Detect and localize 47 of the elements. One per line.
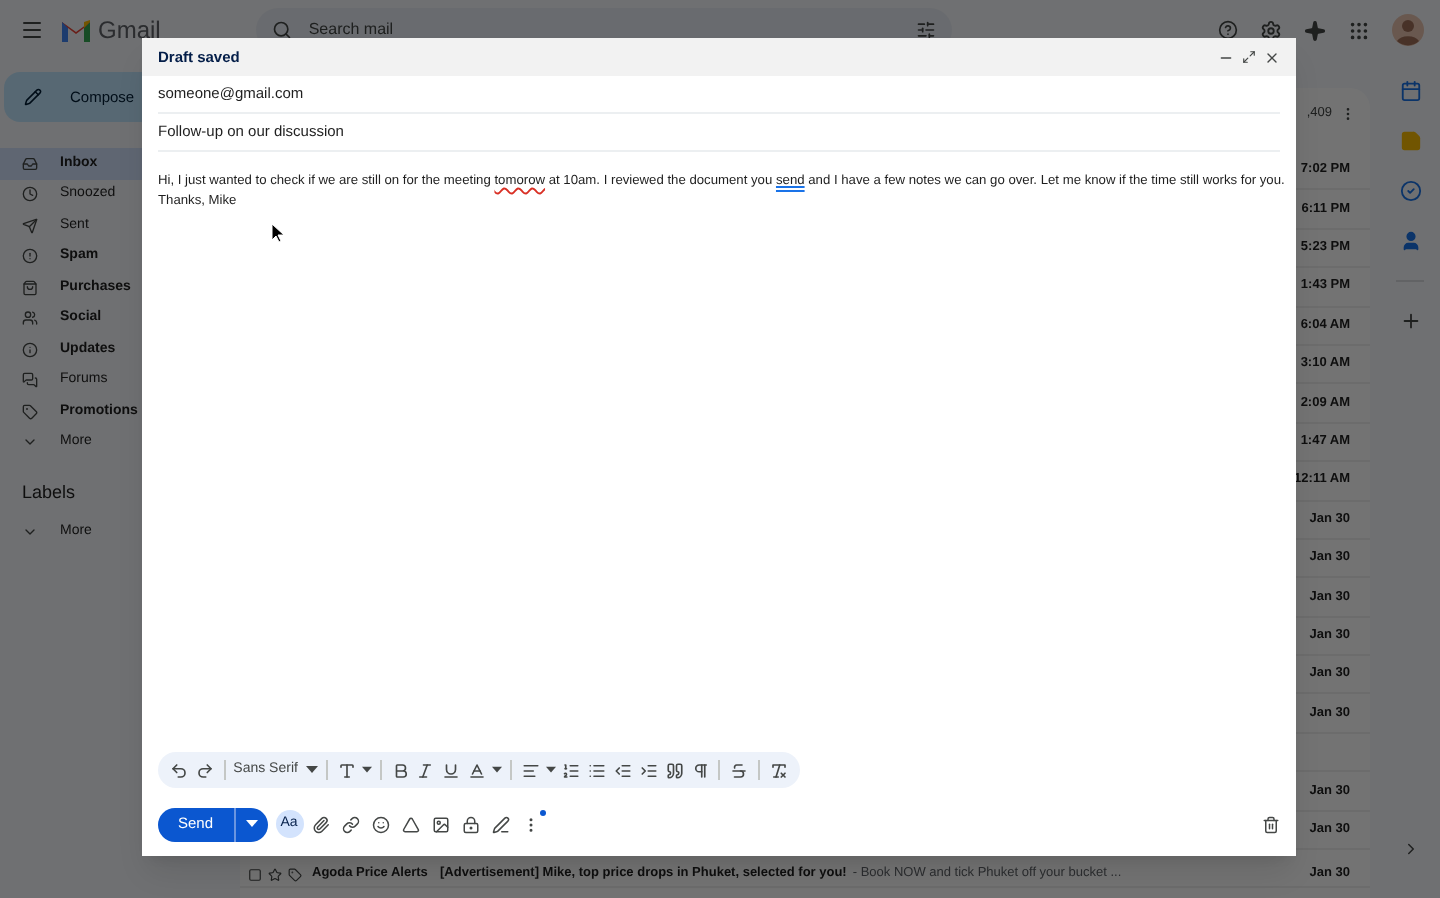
add-icon[interactable]	[1399, 310, 1421, 332]
avatar-icon[interactable]	[1392, 14, 1424, 46]
filter-icon[interactable]	[916, 20, 937, 40]
lock-icon[interactable]	[461, 815, 480, 833]
triangle-icon[interactable]	[401, 815, 420, 833]
image-icon[interactable]	[431, 815, 450, 833]
quote-icon[interactable]	[663, 757, 686, 783]
label-icon[interactable]	[288, 867, 302, 882]
menu-icon[interactable]	[20, 18, 44, 42]
emoji-icon[interactable]	[371, 815, 390, 833]
search-icon[interactable]	[272, 20, 293, 40]
gmail-logo-icon	[60, 18, 92, 42]
pencil-icon	[24, 88, 42, 106]
caret-icon	[245, 820, 258, 828]
caret-icon	[492, 766, 503, 774]
contacts-icon[interactable]	[1399, 230, 1421, 252]
apps-icon[interactable]	[1348, 19, 1370, 41]
caret-icon	[305, 766, 318, 774]
app-name: Gmail	[98, 14, 161, 48]
checkbox[interactable]	[248, 867, 262, 882]
settings-icon[interactable]	[1260, 19, 1282, 41]
star-icon[interactable]	[268, 867, 282, 882]
clock-icon	[22, 186, 38, 203]
chat-icon	[22, 372, 38, 389]
attach-icon[interactable]	[311, 815, 330, 833]
send-icon	[22, 217, 38, 234]
labels-heading: Labels	[22, 480, 78, 506]
expand-icon[interactable]	[1242, 50, 1256, 64]
bag-icon	[22, 279, 38, 296]
tag-icon	[22, 403, 38, 420]
people-icon	[22, 310, 38, 327]
calendar-icon[interactable]	[1399, 80, 1421, 102]
link-icon[interactable]	[341, 815, 360, 833]
pen-icon[interactable]	[491, 815, 510, 833]
mouse-pointer-icon	[272, 224, 284, 242]
trash-icon[interactable]	[1262, 815, 1280, 833]
help-icon[interactable]	[1218, 20, 1238, 40]
close-icon[interactable]	[1264, 49, 1280, 65]
tasks-icon[interactable]	[1399, 180, 1421, 202]
info-icon	[22, 341, 38, 358]
caret-icon	[361, 766, 372, 774]
search-field[interactable]: Search mail	[308, 18, 917, 42]
inbox-icon	[22, 155, 38, 172]
caret-icon	[545, 766, 557, 774]
alert-icon	[22, 248, 38, 265]
chevron-down-icon	[22, 524, 38, 540]
sparkle-icon[interactable]	[1304, 19, 1326, 41]
